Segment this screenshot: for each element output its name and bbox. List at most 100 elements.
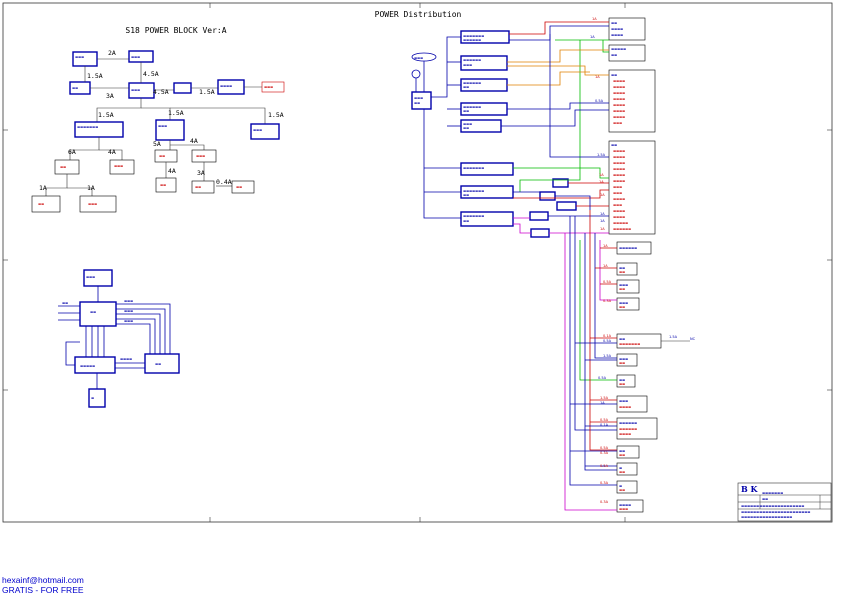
svg-text:▬▬▬▬: ▬▬▬▬ xyxy=(613,79,625,83)
current-label: 1A xyxy=(600,193,605,197)
svg-text:▬▬▬: ▬▬▬ xyxy=(414,56,423,60)
svg-text:▬▬▬▬: ▬▬▬▬ xyxy=(613,85,625,89)
svg-text:▬▬: ▬▬ xyxy=(195,185,201,189)
svg-text:▬▬▬▬▬▬▬▬▬▬▬▬▬▬▬▬▬: ▬▬▬▬▬▬▬▬▬▬▬▬▬▬▬▬▬ xyxy=(741,515,792,519)
svg-text:▬▬▬▬▬▬: ▬▬▬▬▬▬ xyxy=(619,421,637,425)
svg-text:▬▬: ▬▬ xyxy=(463,109,469,113)
clock-block: ▬▬▬▬▬▬▬▬▬▬ ▬▬▬ ▬▬▬▬▬▬▬▬▬ ▬▬▬▬▬▬ xyxy=(58,269,180,408)
svg-text:▬▬▬▬: ▬▬▬▬ xyxy=(613,115,625,119)
current-label: 0.3A xyxy=(603,299,612,303)
svg-text:▬▬▬▬▬: ▬▬▬▬▬ xyxy=(611,47,626,51)
current-label: 0.1A xyxy=(603,334,612,338)
svg-text:▬▬▬: ▬▬▬ xyxy=(131,55,140,59)
svg-text:▬▬▬: ▬▬▬ xyxy=(124,319,133,323)
current-label: 3A xyxy=(106,92,114,100)
current-label: 4A xyxy=(108,148,116,156)
svg-text:▬▬: ▬▬ xyxy=(38,202,44,206)
footer-email: hexainf@hotmail.com xyxy=(2,575,84,585)
svg-text:▬▬: ▬▬ xyxy=(155,362,161,366)
current-label: 1A xyxy=(600,227,605,231)
current-label: 1A xyxy=(600,219,605,223)
current-label: 1.5A xyxy=(199,88,215,96)
source-circle xyxy=(411,69,421,79)
svg-text:▬▬▬▬: ▬▬▬▬ xyxy=(613,91,625,95)
svg-text:▬▬: ▬▬ xyxy=(619,488,625,492)
svg-text:▬▬▬▬: ▬▬▬▬ xyxy=(619,432,631,436)
current-label: 1A xyxy=(600,212,605,216)
clock-gen-block xyxy=(79,301,117,327)
current-label: 1A xyxy=(599,173,604,177)
current-label: 1A xyxy=(599,180,604,184)
svg-text:▬▬▬▬: ▬▬▬▬ xyxy=(611,33,623,37)
svg-text:▬▬▬: ▬▬▬ xyxy=(114,164,123,168)
current-label: 0.3A xyxy=(600,500,609,504)
dcdc-block-2 xyxy=(155,119,185,141)
svg-text:▬▬▬▬: ▬▬▬▬ xyxy=(613,197,625,201)
current-label: 3A xyxy=(197,169,205,177)
current-label: 1.5A xyxy=(600,396,609,400)
mid-box-2 xyxy=(539,191,556,201)
svg-text:▬▬▬▬: ▬▬▬▬ xyxy=(613,103,625,107)
svg-text:▬▬▬▬: ▬▬▬▬ xyxy=(613,149,625,153)
svg-text:▬▬▬▬▬▬▬: ▬▬▬▬▬▬▬ xyxy=(77,125,98,129)
svg-text:▬▬▬▬▬▬▬: ▬▬▬▬▬▬▬ xyxy=(762,491,783,495)
svg-text:▬▬▬▬: ▬▬▬▬ xyxy=(613,97,625,101)
current-label: 4.5A xyxy=(143,70,159,78)
svg-text:▬▬▬▬▬: ▬▬▬▬▬ xyxy=(80,364,95,368)
sheet-frame xyxy=(2,2,833,523)
svg-text:▬▬: ▬▬ xyxy=(60,165,66,169)
svg-text:▬▬▬▬▬▬: ▬▬▬▬▬▬ xyxy=(619,246,637,250)
current-label: 0.3A xyxy=(600,481,609,485)
svg-text:▬▬▬: ▬▬▬ xyxy=(253,128,262,132)
mid-box-5 xyxy=(530,228,550,238)
svg-text:▬▬: ▬▬ xyxy=(619,470,625,474)
current-label: 1A xyxy=(603,264,608,268)
svg-text:▬▬: ▬▬ xyxy=(463,126,469,130)
svg-text:▬▬▬▬: ▬▬▬▬ xyxy=(613,109,625,113)
current-label: 0.5A xyxy=(600,464,609,468)
current-label: 1A xyxy=(600,401,605,405)
current-label: 1A xyxy=(39,184,47,192)
current-label: 2A xyxy=(108,49,116,57)
svg-text:▬▬▬▬▬: ▬▬▬▬▬ xyxy=(613,221,628,225)
current-label: 4.5A xyxy=(153,88,169,96)
svg-text:▬▬▬: ▬▬▬ xyxy=(414,96,423,100)
current-label: 1A xyxy=(592,17,597,21)
current-label: 1.5A xyxy=(669,335,678,339)
svg-text:▬▬: ▬▬ xyxy=(62,301,68,305)
svg-text:▬▬▬: ▬▬▬ xyxy=(86,275,95,279)
io-block xyxy=(144,353,180,374)
svg-text:▬▬▬▬: ▬▬▬▬ xyxy=(613,161,625,165)
left-power-block: 2A 1.5A 4.5A 3A 4.5A 1.5A 1.5A 1.5A 1.5A… xyxy=(31,49,285,213)
svg-text:▬▬▬: ▬▬▬ xyxy=(158,124,167,128)
svg-text:▬▬▬: ▬▬▬ xyxy=(124,309,133,313)
mid-box-3 xyxy=(556,201,577,211)
current-label: 0.3A xyxy=(600,451,609,455)
current-label: 1.5A xyxy=(603,354,612,358)
switch-block xyxy=(173,82,192,94)
svg-text:▬▬▬: ▬▬▬ xyxy=(264,85,273,89)
svg-text:▬▬▬▬: ▬▬▬▬ xyxy=(120,357,132,361)
svg-text:▬▬▬▬: ▬▬▬▬ xyxy=(613,155,625,159)
svg-text:▬▬: ▬▬ xyxy=(619,361,625,365)
current-label: 0.5A xyxy=(603,280,612,284)
current-label: 1.5A xyxy=(168,109,184,117)
svg-text:▬▬: ▬▬ xyxy=(159,154,165,158)
svg-text:▬▬: ▬▬ xyxy=(90,310,96,314)
svg-text:▬▬▬: ▬▬▬ xyxy=(613,121,622,125)
svg-text:▬▬▬▬▬▬: ▬▬▬▬▬▬ xyxy=(619,427,637,431)
svg-text:▬▬▬: ▬▬▬ xyxy=(463,63,472,67)
svg-text:▬▬▬▬▬▬▬: ▬▬▬▬▬▬▬ xyxy=(463,166,484,170)
svg-text:▬: ▬ xyxy=(91,396,94,400)
frame-ticks xyxy=(3,3,832,522)
current-label: 4A xyxy=(168,167,176,175)
svg-text:▬▬▬: ▬▬▬ xyxy=(619,507,628,511)
svg-text:▬▬▬▬: ▬▬▬▬ xyxy=(613,173,625,177)
svg-text:▬▬: ▬▬ xyxy=(463,219,469,223)
svg-text:▬▬: ▬▬ xyxy=(619,305,625,309)
footer-note: GRATIS - FOR FREE xyxy=(2,585,84,595)
svg-text:▬▬: ▬▬ xyxy=(414,101,420,105)
svg-text:▬▬▬▬: ▬▬▬▬ xyxy=(619,405,631,409)
company-logo: B K xyxy=(741,484,759,494)
current-label: 1A xyxy=(87,184,95,192)
